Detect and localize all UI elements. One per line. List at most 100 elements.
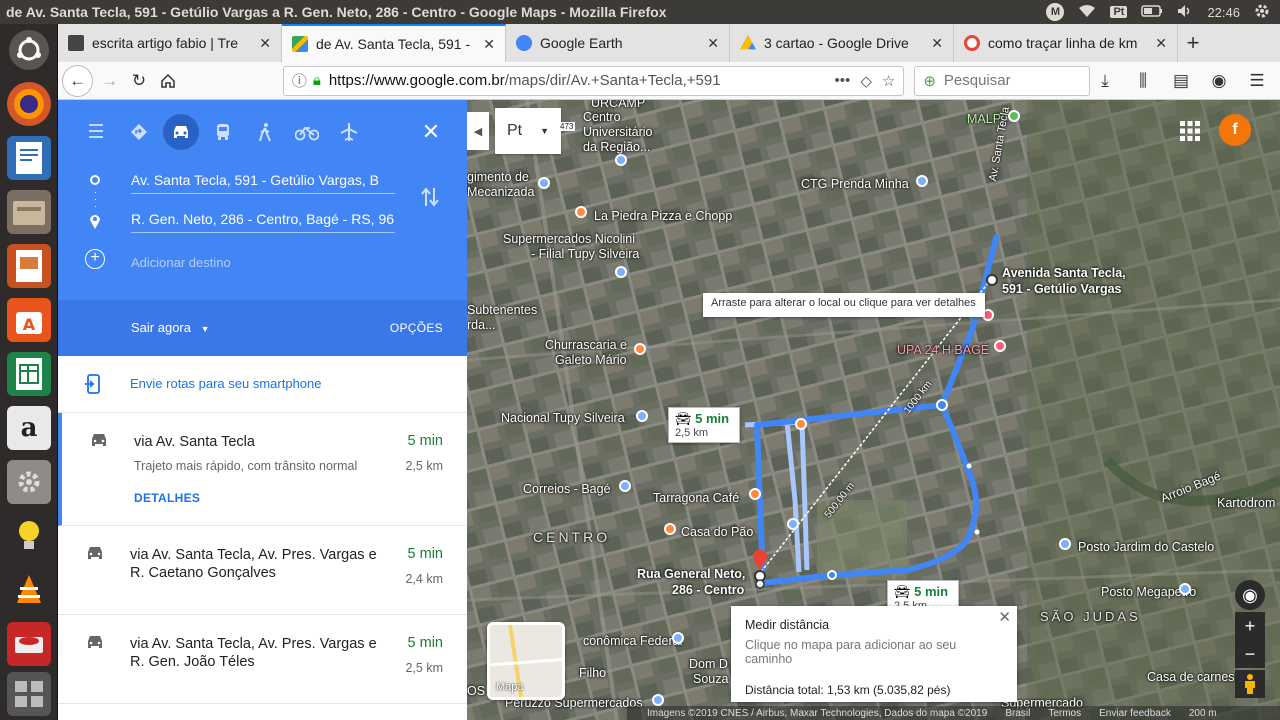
- collapse-panel-button[interactable]: ◀: [467, 112, 489, 150]
- url-bar[interactable]: ⓘ 🔒︎ https://www.google.com.br/maps/dir/…: [282, 65, 905, 96]
- home-button[interactable]: [154, 66, 183, 96]
- lightbulb-icon[interactable]: [7, 514, 51, 558]
- apps-grid-icon[interactable]: [1179, 120, 1201, 142]
- add-destination-input[interactable]: Adicionar destino: [131, 249, 395, 277]
- flight-mode-icon[interactable]: [331, 114, 367, 150]
- vlc-icon[interactable]: [7, 568, 51, 612]
- poi-marker-icon[interactable]: [916, 175, 928, 187]
- wifi-icon[interactable]: [1078, 4, 1096, 21]
- sidebar-icon[interactable]: ▤: [1166, 66, 1196, 96]
- origin-label[interactable]: Avenida Santa Tecla,: [1002, 266, 1126, 280]
- bank-marker-icon[interactable]: [672, 632, 684, 644]
- route-time-callout[interactable]: 🚘︎ 5 min 2,5 km: [887, 580, 959, 608]
- language-selector[interactable]: Pt ▼: [495, 108, 561, 154]
- library-icon[interactable]: ⫼: [1128, 66, 1158, 96]
- map-label[interactable]: Subtenentes: [467, 303, 537, 317]
- leave-now-dropdown[interactable]: Sair agora ▼: [131, 320, 210, 335]
- impress-icon[interactable]: [7, 244, 51, 288]
- map-label[interactable]: URCAMP: [591, 100, 645, 110]
- pocket-icon[interactable]: ◇: [860, 72, 872, 90]
- map-label[interactable]: gimento de: [467, 170, 529, 184]
- origin-label[interactable]: 591 - Getúlio Vargas: [1002, 282, 1122, 296]
- gear-icon[interactable]: [1254, 3, 1270, 22]
- shop-marker-icon[interactable]: [787, 518, 799, 530]
- user-badge[interactable]: M: [1046, 3, 1065, 21]
- my-location-button[interactable]: ◉: [1235, 580, 1265, 610]
- search-input[interactable]: ⊕ Pesquisar: [914, 65, 1090, 96]
- map-label[interactable]: - Filial Tupy Silveira: [531, 247, 639, 261]
- map-label[interactable]: Centro: [583, 110, 621, 124]
- destination-label[interactable]: Rua General Neto,: [637, 567, 745, 581]
- writer-icon[interactable]: [7, 136, 51, 180]
- close-icon[interactable]: ✕: [259, 35, 271, 52]
- clock[interactable]: 22:46: [1207, 5, 1240, 20]
- route-time-callout[interactable]: 🚘︎ 5 min 2,5 km: [668, 407, 740, 443]
- scanner-icon[interactable]: [7, 622, 51, 666]
- map-label[interactable]: Casa de carnes: [1147, 670, 1235, 684]
- page-actions-icon[interactable]: •••: [835, 72, 851, 89]
- map-label[interactable]: rda...: [467, 318, 496, 332]
- map-label[interactable]: Supermercados Nicolini: [503, 232, 635, 246]
- transit-mode-icon[interactable]: [205, 114, 241, 150]
- tab-4[interactable]: 3 cartao - Google Drive ✕: [730, 24, 954, 62]
- map-label[interactable]: Galeto Mário: [555, 353, 627, 367]
- reload-button[interactable]: ↻: [124, 66, 153, 96]
- menu-icon[interactable]: ☰: [78, 114, 114, 150]
- satellite-map[interactable]: ◀ Pt ▼ 473 f URCAMP Centro Universitário …: [467, 100, 1280, 720]
- tab-5[interactable]: como traçar linha de km ✕: [954, 24, 1178, 62]
- route-details-link[interactable]: DETALHES: [134, 491, 200, 505]
- map-label[interactable]: Souza: [693, 672, 728, 686]
- gas-station-marker-icon[interactable]: [1059, 538, 1071, 550]
- lock-icon[interactable]: 🔒︎: [313, 72, 321, 89]
- info-icon[interactable]: ⓘ: [292, 70, 307, 91]
- workspace-switcher-icon[interactable]: [7, 672, 51, 716]
- menu-icon[interactable]: ☰: [1242, 66, 1272, 96]
- country-link[interactable]: Brasil: [1005, 708, 1030, 719]
- restaurant-marker-icon[interactable]: [575, 206, 587, 218]
- account-icon[interactable]: ◉: [1204, 66, 1234, 96]
- street-view-pegman-icon[interactable]: [1235, 670, 1265, 698]
- close-icon[interactable]: ✕: [998, 608, 1011, 626]
- shop-marker-icon[interactable]: [615, 266, 627, 278]
- shop-marker-icon[interactable]: [652, 694, 664, 706]
- map-label[interactable]: UPA 24 H BAGÉ: [897, 343, 989, 357]
- map-label[interactable]: da Região...: [583, 140, 650, 154]
- close-icon[interactable]: ✕: [707, 35, 719, 52]
- send-to-phone-row[interactable]: Envie rotas para seu smartphone: [58, 356, 467, 413]
- tab-2[interactable]: de Av. Santa Tecla, 591 - ✕: [282, 24, 506, 62]
- account-avatar[interactable]: f: [1219, 114, 1251, 146]
- restaurant-marker-icon[interactable]: [664, 523, 676, 535]
- route-option-3[interactable]: via Av. Santa Tecla, Av. Pres. Vargas e …: [58, 615, 467, 704]
- file-manager-icon[interactable]: [7, 190, 51, 234]
- map-label[interactable]: La Piedra Pizza e Chopp: [594, 209, 732, 223]
- destination-input[interactable]: R. Gen. Neto, 286 - Centro, Bagé - RS, 9…: [131, 205, 395, 233]
- restaurant-marker-icon[interactable]: [795, 418, 807, 430]
- walk-mode-icon[interactable]: [247, 114, 283, 150]
- map-label[interactable]: Mecanizada: [467, 185, 534, 199]
- zoom-in-button[interactable]: +: [1235, 612, 1265, 640]
- map-label[interactable]: Tarragona Café: [653, 491, 739, 505]
- gas-station-marker-icon[interactable]: [1179, 583, 1191, 595]
- add-destination-icon[interactable]: +: [85, 249, 105, 269]
- scale-label[interactable]: 200 m: [1189, 708, 1217, 719]
- close-icon[interactable]: ✕: [931, 35, 943, 52]
- system-settings-icon[interactable]: [7, 460, 51, 504]
- battery-icon[interactable]: [1141, 4, 1163, 20]
- firefox-icon[interactable]: [7, 82, 51, 126]
- zoom-out-button[interactable]: −: [1235, 640, 1265, 668]
- cafe-marker-icon[interactable]: [749, 488, 761, 500]
- options-button[interactable]: OPÇÕES: [390, 321, 443, 335]
- close-icon[interactable]: ✕: [1155, 35, 1167, 52]
- map-label[interactable]: Universitário: [583, 125, 652, 139]
- map-label[interactable]: Correios - Bagé: [523, 482, 611, 496]
- tab-3[interactable]: Google Earth ✕: [506, 24, 730, 62]
- back-button[interactable]: ←: [62, 64, 94, 97]
- feedback-link[interactable]: Enviar feedback: [1099, 708, 1171, 719]
- terms-link[interactable]: Termos: [1048, 708, 1081, 719]
- best-route-icon[interactable]: [121, 114, 157, 150]
- route-option-2[interactable]: via Av. Santa Tecla, Av. Pres. Vargas e …: [58, 526, 467, 615]
- map-label[interactable]: Casa do Pão: [681, 525, 753, 539]
- map-label[interactable]: Dom D: [689, 657, 728, 671]
- car-mode-icon[interactable]: [163, 114, 199, 150]
- tab-1[interactable]: escrita artigo fabio | Tre ✕: [58, 24, 282, 62]
